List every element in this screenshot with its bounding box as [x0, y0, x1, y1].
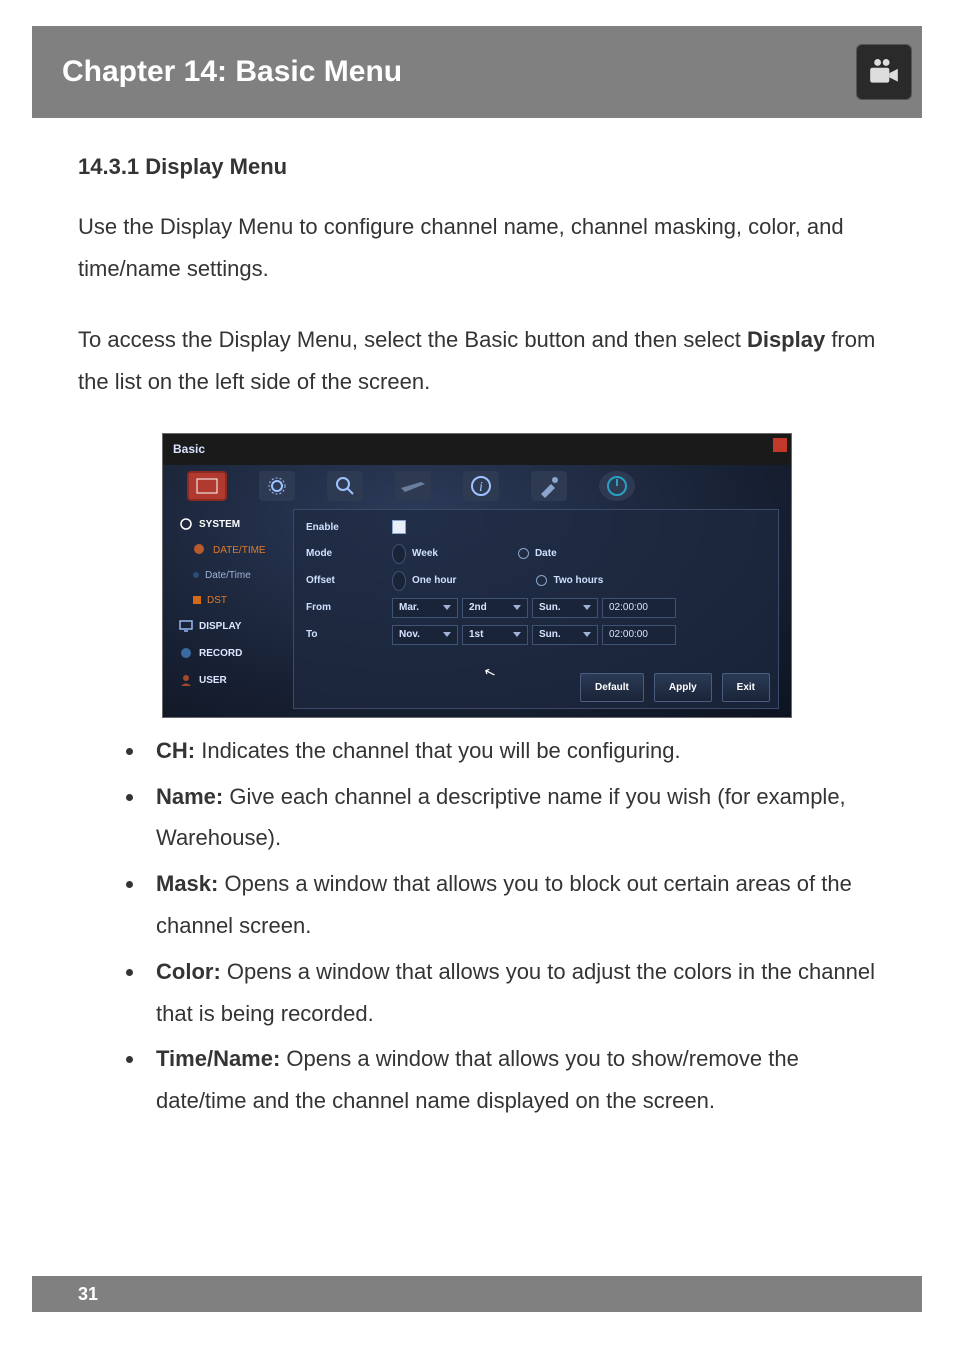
exit-button[interactable]: Exit [722, 673, 770, 702]
bullet-desc: Opens a window that allows you to adjust… [156, 959, 875, 1026]
chapter-header-bar: Chapter 14: Basic Menu [32, 26, 922, 118]
sidebar-system-label: SYSTEM [199, 515, 240, 534]
bullet-term: CH: [156, 738, 195, 763]
sidebar-item-user[interactable]: USER [175, 667, 287, 694]
radio-icon [518, 548, 529, 559]
sidebar-datetime-label: Date/Time [205, 566, 251, 585]
top-tab-row: i [163, 465, 791, 509]
tab-basic-icon[interactable] [187, 471, 227, 501]
from-ordinal-select[interactable]: 2nd [462, 598, 528, 618]
section-heading: 14.3.1 Display Menu [78, 146, 876, 188]
access-paragraph: To access the Display Menu, select the B… [78, 319, 876, 403]
svg-text:i: i [479, 480, 483, 495]
mode-date-label: Date [535, 544, 557, 563]
chevron-down-icon [443, 605, 451, 610]
tab-schedule-icon[interactable] [395, 471, 431, 501]
offset-label: Offset [306, 571, 392, 590]
offset-onehour-label: One hour [412, 571, 456, 590]
sidebar-record-label: RECORD [199, 644, 242, 663]
monitor-icon [179, 619, 193, 633]
offset-twohours-label: Two hours [553, 571, 603, 590]
sidebar-user-label: USER [199, 671, 227, 690]
to-time-field[interactable]: 02:00:00 [602, 625, 676, 645]
radio-icon [392, 544, 406, 564]
bullet-desc: Give each channel a descriptive name if … [156, 784, 846, 851]
mode-label: Mode [306, 544, 392, 563]
bullet-desc: Indicates the channel that you will be c… [195, 738, 681, 763]
from-label: From [306, 598, 392, 617]
list-item: Time/Name: Opens a window that allows yo… [146, 1038, 876, 1122]
sidebar-sub-datetime-group[interactable]: DATE/TIME [175, 538, 287, 563]
bullet-list: CH: Indicates the channel that you will … [78, 730, 876, 1122]
offset-onehour-option[interactable]: One hour [392, 571, 456, 591]
radio-icon [536, 575, 547, 586]
list-item: Name: Give each channel a descriptive na… [146, 776, 876, 860]
to-ordinal-select[interactable]: 1st [462, 625, 528, 645]
sidebar-dst-label: DST [207, 591, 227, 610]
access-text-bold: Display [747, 327, 825, 352]
bullet-term: Mask: [156, 871, 218, 896]
bullet-term: Time/Name: [156, 1046, 280, 1071]
default-button[interactable]: Default [580, 673, 644, 702]
camera-icon [856, 44, 912, 100]
bullet-desc: Opens a window that allows you to block … [156, 871, 852, 938]
mode-week-label: Week [412, 544, 438, 563]
record-icon [179, 646, 193, 660]
sidebar-sub-dst[interactable]: DST [175, 588, 287, 613]
to-month-select[interactable]: Nov. [392, 625, 458, 645]
sidebar-item-system[interactable]: SYSTEM [175, 511, 287, 538]
bullet-term: Name: [156, 784, 223, 809]
page-footer-bar: 31 [32, 1276, 922, 1312]
page-number: 31 [78, 1284, 98, 1305]
to-day-select[interactable]: Sun. [532, 625, 598, 645]
window-title: Basic [163, 434, 791, 465]
to-label: To [306, 625, 392, 644]
chevron-down-icon [583, 605, 591, 610]
from-month-select[interactable]: Mar. [392, 598, 458, 618]
bullet-icon [193, 572, 199, 578]
radio-icon [392, 571, 406, 591]
gear-icon [179, 517, 193, 531]
list-item: Mask: Opens a window that allows you to … [146, 863, 876, 947]
mode-week-option[interactable]: Week [392, 544, 438, 564]
apply-button[interactable]: Apply [654, 673, 712, 702]
user-icon [179, 673, 193, 687]
chevron-down-icon [513, 605, 521, 610]
tab-info-icon[interactable]: i [463, 471, 499, 501]
offset-twohours-option[interactable]: Two hours [536, 571, 603, 591]
access-text-a: To access the Display Menu, select the B… [78, 327, 747, 352]
cursor-icon: ↖ [480, 658, 499, 687]
dst-icon [193, 596, 201, 604]
list-item: Color: Opens a window that allows you to… [146, 951, 876, 1035]
tab-advanced-icon[interactable] [259, 471, 295, 501]
chevron-down-icon [513, 632, 521, 637]
chevron-down-icon [443, 632, 451, 637]
settings-panel: Enable Mode Week Date Offset [293, 509, 779, 709]
tab-search-icon[interactable] [327, 471, 363, 501]
mode-date-option[interactable]: Date [518, 544, 557, 564]
globe-icon [193, 543, 207, 557]
sidebar-item-display[interactable]: DISPLAY [175, 613, 287, 640]
enable-checkbox[interactable] [392, 520, 406, 534]
sidebar-display-label: DISPLAY [199, 617, 241, 636]
chapter-title: Chapter 14: Basic Menu [62, 55, 402, 89]
bullet-term: Color: [156, 959, 221, 984]
from-time-field[interactable]: 02:00:00 [602, 598, 676, 618]
tab-tools-icon[interactable] [531, 471, 567, 501]
from-day-select[interactable]: Sun. [532, 598, 598, 618]
sidebar-sub-datetime[interactable]: Date/Time [175, 563, 287, 588]
embedded-screenshot: Basic i SYSTEM [162, 433, 792, 718]
enable-label: Enable [306, 518, 392, 537]
tab-shutdown-icon[interactable] [599, 471, 635, 501]
sidebar: SYSTEM DATE/TIME Date/Time DST [175, 509, 287, 709]
intro-paragraph: Use the Display Menu to configure channe… [78, 206, 876, 290]
chevron-down-icon [583, 632, 591, 637]
sidebar-datetime-group-label: DATE/TIME [213, 541, 266, 560]
list-item: CH: Indicates the channel that you will … [146, 730, 876, 772]
sidebar-item-record[interactable]: RECORD [175, 640, 287, 667]
close-icon[interactable] [773, 438, 787, 452]
